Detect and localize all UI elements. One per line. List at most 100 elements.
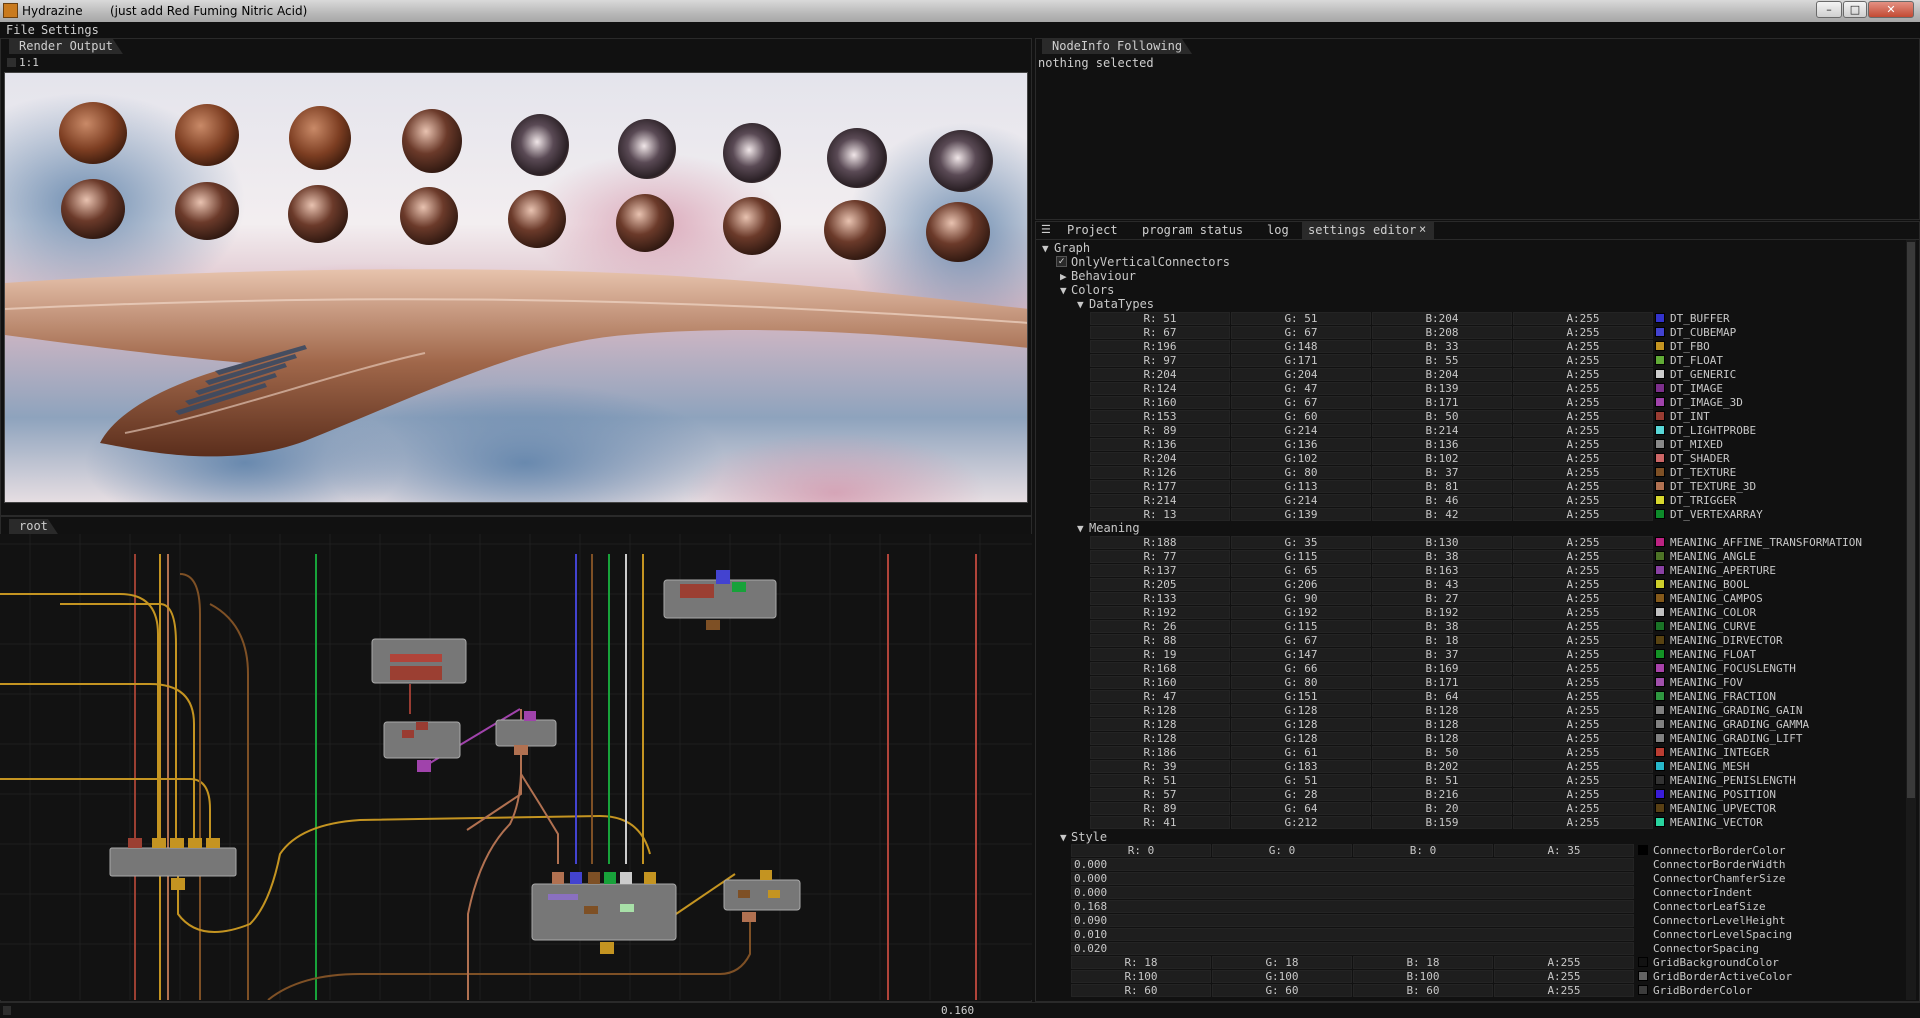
blue-field[interactable]: B: 37	[1372, 648, 1512, 661]
blue-field[interactable]: B: 33	[1372, 340, 1512, 353]
green-field[interactable]: G: 51	[1231, 774, 1371, 787]
blue-field[interactable]: B: 37	[1372, 466, 1512, 479]
blue-field[interactable]: B: 64	[1372, 690, 1512, 703]
color-swatch[interactable]	[1655, 439, 1665, 449]
blue-field[interactable]: B:139	[1372, 382, 1512, 395]
alpha-field[interactable]: A:255	[1494, 956, 1634, 969]
blue-field[interactable]: B:214	[1372, 424, 1512, 437]
alpha-field[interactable]: A:255	[1513, 704, 1653, 717]
scrollbar-thumb[interactable]	[1907, 242, 1915, 798]
alpha-field[interactable]: A:255	[1513, 550, 1653, 563]
alpha-field[interactable]: A:255	[1513, 312, 1653, 325]
node-graph-canvas[interactable]	[0, 534, 1032, 1000]
green-field[interactable]: G: 35	[1231, 536, 1371, 549]
green-field[interactable]: G: 67	[1231, 634, 1371, 647]
alpha-field[interactable]: A:255	[1513, 578, 1653, 591]
red-field[interactable]: R:204	[1090, 368, 1230, 381]
green-field[interactable]: G:128	[1231, 732, 1371, 745]
blue-field[interactable]: B: 20	[1372, 802, 1512, 815]
red-field[interactable]: R:133	[1090, 592, 1230, 605]
close-tab-icon[interactable]: ×	[1419, 222, 1426, 236]
tab-program-status[interactable]: program status	[1142, 223, 1243, 237]
green-field[interactable]: G:192	[1231, 606, 1371, 619]
color-swatch[interactable]	[1655, 565, 1665, 575]
minimize-button[interactable]: –	[1816, 1, 1842, 18]
green-field[interactable]: G:102	[1231, 452, 1371, 465]
color-swatch[interactable]	[1655, 761, 1665, 771]
settings-scrollbar[interactable]	[1906, 240, 1916, 1000]
alpha-field[interactable]: A:255	[1513, 536, 1653, 549]
green-field[interactable]: G:115	[1231, 620, 1371, 633]
red-field[interactable]: R:124	[1090, 382, 1230, 395]
scalar-value-field[interactable]: 0.168	[1071, 900, 1634, 913]
blue-field[interactable]: B:128	[1372, 718, 1512, 731]
color-swatch[interactable]	[1638, 971, 1648, 981]
red-field[interactable]: R:160	[1090, 676, 1230, 689]
green-field[interactable]: G:148	[1231, 340, 1371, 353]
blue-field[interactable]: B: 27	[1372, 592, 1512, 605]
red-field[interactable]: R: 41	[1090, 816, 1230, 829]
color-swatch[interactable]	[1655, 817, 1665, 827]
blue-field[interactable]: B:169	[1372, 662, 1512, 675]
color-swatch[interactable]	[1655, 635, 1665, 645]
expand-arrow-icon[interactable]: ▼	[1042, 242, 1049, 255]
color-swatch[interactable]	[1638, 845, 1648, 855]
green-field[interactable]: G:113	[1231, 480, 1371, 493]
alpha-field[interactable]: A:255	[1513, 788, 1653, 801]
color-swatch[interactable]	[1655, 355, 1665, 365]
alpha-field[interactable]: A:255	[1513, 480, 1653, 493]
blue-field[interactable]: B:100	[1353, 970, 1493, 983]
green-field[interactable]: G:214	[1231, 424, 1371, 437]
alpha-field[interactable]: A: 35	[1494, 844, 1634, 857]
blue-field[interactable]: B: 0	[1353, 844, 1493, 857]
alpha-field[interactable]: A:255	[1513, 382, 1653, 395]
red-field[interactable]: R: 88	[1090, 634, 1230, 647]
graph-node[interactable]	[371, 638, 467, 684]
tab-nodeinfo[interactable]: NodeInfo Following	[1042, 39, 1192, 54]
blue-field[interactable]: B: 50	[1372, 410, 1512, 423]
color-swatch[interactable]	[1638, 957, 1648, 967]
color-swatch[interactable]	[1655, 467, 1665, 477]
red-field[interactable]: R: 13	[1090, 508, 1230, 521]
alpha-field[interactable]: A:255	[1513, 592, 1653, 605]
alpha-field[interactable]: A:255	[1513, 802, 1653, 815]
red-field[interactable]: R:177	[1090, 480, 1230, 493]
color-swatch[interactable]	[1655, 733, 1665, 743]
blue-field[interactable]: B:202	[1372, 760, 1512, 773]
red-field[interactable]: R: 39	[1090, 760, 1230, 773]
green-field[interactable]: G:204	[1231, 368, 1371, 381]
maximize-button[interactable]: □	[1843, 1, 1867, 18]
red-field[interactable]: R:128	[1090, 732, 1230, 745]
red-field[interactable]: R:192	[1090, 606, 1230, 619]
blue-field[interactable]: B: 51	[1372, 774, 1512, 787]
blue-field[interactable]: B: 60	[1353, 984, 1493, 997]
red-field[interactable]: R:136	[1090, 438, 1230, 451]
blue-field[interactable]: B:159	[1372, 816, 1512, 829]
red-field[interactable]: R:153	[1090, 410, 1230, 423]
blue-field[interactable]: B:163	[1372, 564, 1512, 577]
red-field[interactable]: R:196	[1090, 340, 1230, 353]
red-field[interactable]: R:126	[1090, 466, 1230, 479]
alpha-field[interactable]: A:255	[1494, 984, 1634, 997]
tab-root[interactable]: root	[9, 519, 58, 534]
menu-file[interactable]: File	[6, 23, 35, 37]
blue-field[interactable]: B:204	[1372, 312, 1512, 325]
alpha-field[interactable]: A:255	[1513, 634, 1653, 647]
color-swatch[interactable]	[1655, 495, 1665, 505]
green-field[interactable]: G: 80	[1231, 466, 1371, 479]
red-field[interactable]: R:186	[1090, 746, 1230, 759]
color-swatch[interactable]	[1655, 663, 1665, 673]
alpha-field[interactable]: A:255	[1513, 774, 1653, 787]
red-field[interactable]: R: 19	[1090, 648, 1230, 661]
red-field[interactable]: R: 18	[1071, 956, 1211, 969]
alpha-field[interactable]: A:255	[1513, 648, 1653, 661]
color-swatch[interactable]	[1655, 397, 1665, 407]
blue-field[interactable]: B:204	[1372, 368, 1512, 381]
blue-field[interactable]: B:102	[1372, 452, 1512, 465]
scalar-value-field[interactable]: 0.000	[1071, 872, 1634, 885]
green-field[interactable]: G:139	[1231, 508, 1371, 521]
alpha-field[interactable]: A:255	[1513, 760, 1653, 773]
red-field[interactable]: R: 60	[1071, 984, 1211, 997]
blue-field[interactable]: B: 43	[1372, 578, 1512, 591]
alpha-field[interactable]: A:255	[1513, 354, 1653, 367]
